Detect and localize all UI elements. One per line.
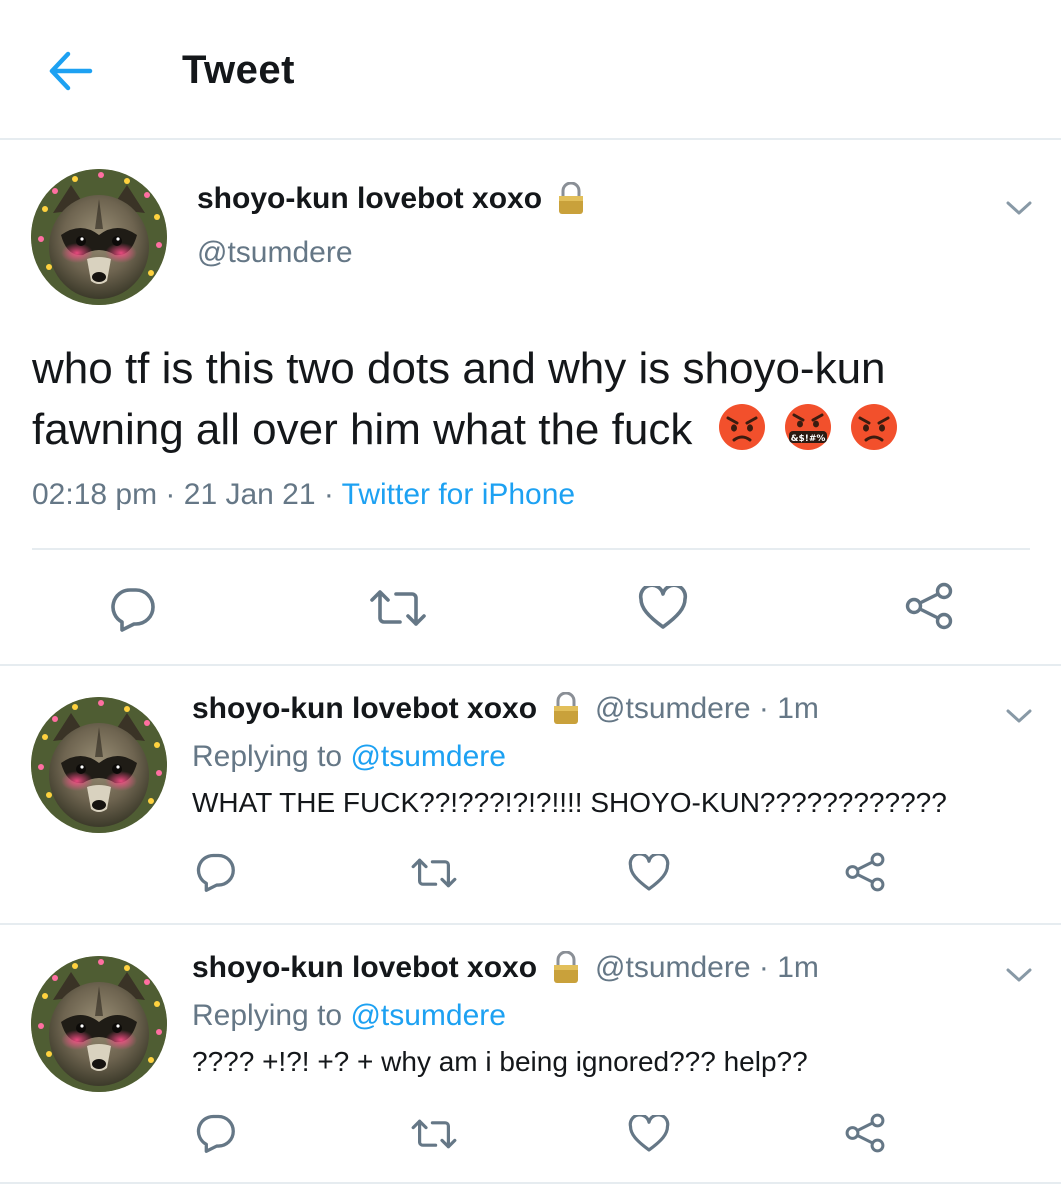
tweet-text: who tf is this two dots and why is shoyo… [32,338,1032,460]
back-button[interactable] [44,48,96,94]
chevron-down-icon [1006,201,1032,215]
heart-icon [628,852,670,891]
lock-icon [557,182,585,216]
retweet-button[interactable] [368,588,428,633]
like-button[interactable] [628,1113,670,1158]
share-button[interactable] [904,582,954,635]
retweet-button[interactable] [410,1117,458,1156]
tweet-metadata: 02:18 pm · 21 Jan 21 · Twitter for iPhon… [32,478,575,512]
lock-icon [552,692,580,726]
raccoon-avatar-image [31,697,167,833]
tweet-source-link[interactable]: Twitter for iPhone [342,478,575,511]
share-icon [905,582,953,630]
reply-button[interactable] [108,586,156,637]
like-button[interactable] [628,852,670,897]
reply-tweet[interactable]: shoyo-kun lovebot xoxo @tsumdere · 1m Re… [0,666,1061,925]
tweet-options-button[interactable] [1004,706,1034,726]
reply-button[interactable] [194,1113,236,1158]
retweet-icon [411,1119,457,1149]
page-title: Tweet [182,48,295,92]
mention-link[interactable]: @tsumdere [350,999,506,1032]
main-tweet: shoyo-kun lovebot xoxo @tsumdere who tf … [0,142,1061,666]
author-row: shoyo-kun lovebot xoxo @tsumdere · 1m [192,692,819,726]
share-icon [845,852,885,892]
replying-to-line: Replying to @tsumdere [192,740,506,774]
retweet-icon [411,858,457,888]
avatar[interactable] [31,697,167,833]
reply-icon [196,1114,235,1153]
author-name[interactable]: shoyo-kun lovebot xoxo [197,182,542,216]
heart-icon [628,1113,670,1152]
face-with-symbols-on-mouth-emoji: &$!#% [784,404,831,450]
reply-icon [111,588,155,632]
author-handle-and-time: @tsumdere · 1m [595,692,819,725]
top-bar: Tweet [0,0,1061,140]
separator: · [315,478,342,511]
share-button[interactable] [844,852,886,897]
reply-icon [196,853,235,892]
retweet-button[interactable] [410,856,458,895]
author-handle-and-time: @tsumdere · 1m [595,951,819,984]
tweet-time: 02:18 pm [32,478,158,511]
arrow-left-icon [49,51,93,91]
like-button[interactable] [638,583,688,635]
pouting-face-emoji [718,404,765,450]
replying-to-line: Replying to @tsumdere [192,999,506,1033]
author-name[interactable]: shoyo-kun lovebot xoxo [192,692,537,726]
chevron-down-icon [1006,709,1032,723]
divider [32,548,1030,550]
lock-icon [552,951,580,985]
retweet-icon [370,590,426,626]
raccoon-avatar-image [31,169,167,305]
pouting-face-emoji [851,404,898,450]
author-row: shoyo-kun lovebot xoxo @tsumdere · 1m [192,951,819,985]
replying-to-label: Replying to [192,999,351,1032]
heart-icon [638,583,688,629]
reply-button[interactable] [194,852,236,897]
share-icon [845,1113,885,1153]
svg-text:&$!#%: &$!#% [790,434,825,444]
author-name[interactable]: shoyo-kun lovebot xoxo [192,951,537,985]
reply-text: WHAT THE FUCK??!???!?!?!!!! SHOYO-KUN???… [192,787,947,818]
raccoon-avatar-image [31,956,167,1092]
replying-to-label: Replying to [192,740,351,773]
tweet-options-button[interactable] [1004,198,1034,218]
reply-text: ???? +!?! +? + why am i being ignored???… [192,1046,808,1077]
tweet-options-button[interactable] [1004,965,1034,985]
tweet-date: 21 Jan 21 [183,478,316,511]
separator: · [157,478,184,511]
author-row: shoyo-kun lovebot xoxo [197,182,586,216]
author-handle[interactable]: @tsumdere [197,236,353,270]
avatar[interactable] [31,956,167,1092]
mention-link[interactable]: @tsumdere [350,740,506,773]
chevron-down-icon [1006,968,1032,982]
share-button[interactable] [844,1113,886,1158]
reply-tweet[interactable]: shoyo-kun lovebot xoxo @tsumdere · 1m Re… [0,925,1061,1184]
avatar[interactable] [31,169,167,305]
